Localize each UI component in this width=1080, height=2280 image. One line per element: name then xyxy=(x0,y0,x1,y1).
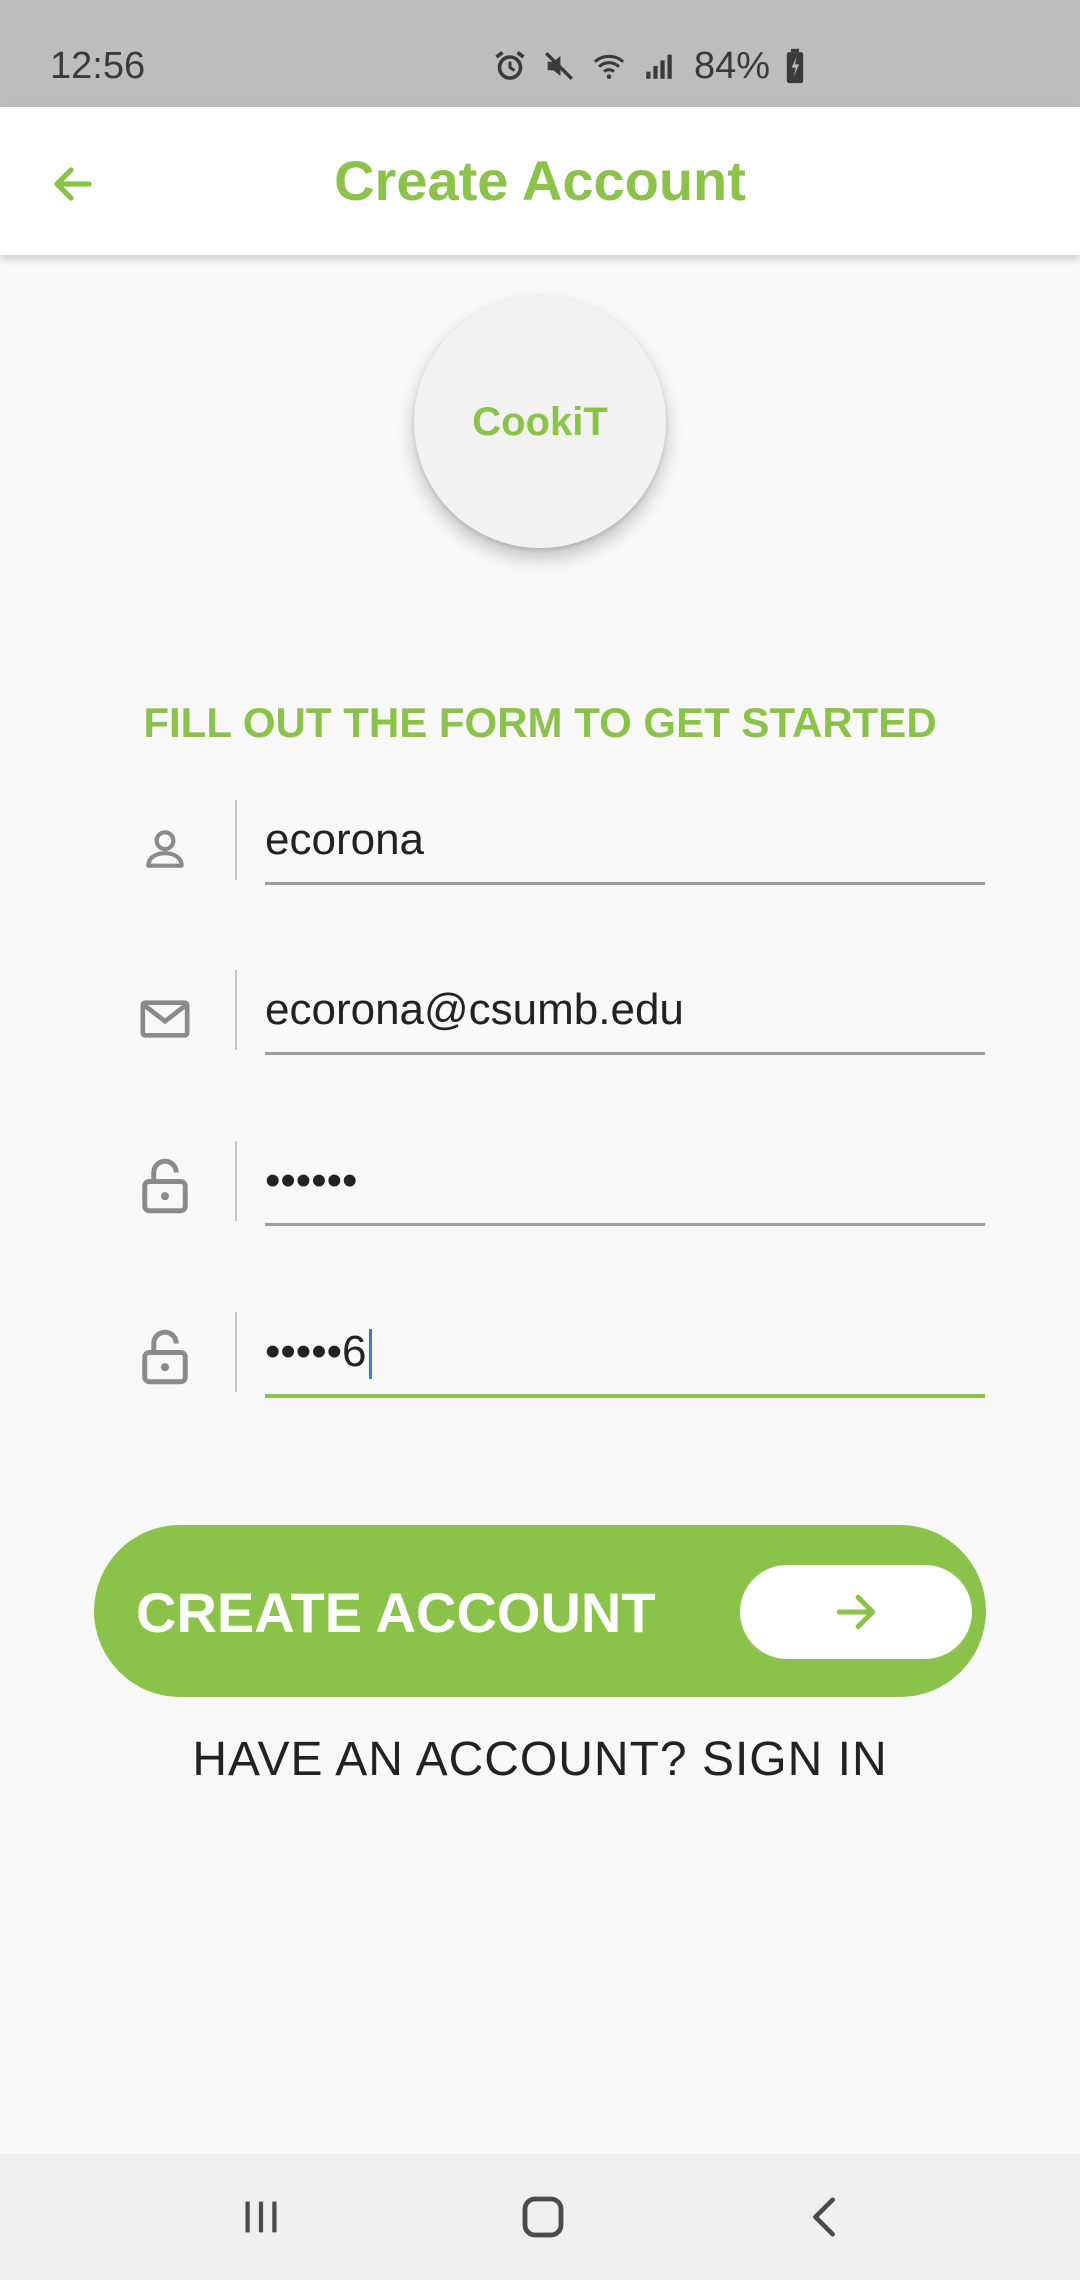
arrow-right-icon xyxy=(836,1594,876,1630)
username-value: ecorona xyxy=(265,815,425,864)
app-bar: Create Account xyxy=(0,107,1080,255)
username-row: ecorona xyxy=(0,790,1080,920)
recent-apps-button[interactable] xyxy=(221,2182,301,2252)
nav-back-button[interactable] xyxy=(785,2182,865,2252)
create-account-label: CREATE ACCOUNT xyxy=(136,1581,656,1644)
status-time: 12:56 xyxy=(50,45,146,87)
email-row: ecorona@csumb.edu xyxy=(0,960,1080,1090)
back-icon xyxy=(813,2197,835,2237)
confirm-password-value: •••••6 xyxy=(265,1322,372,1382)
battery-icon xyxy=(786,48,804,84)
recent-apps-icon xyxy=(245,2201,277,2233)
navigation-bar xyxy=(0,2154,1080,2280)
confirm-password-field[interactable]: •••••6 xyxy=(265,1302,985,1398)
app-logo: CookiT xyxy=(414,296,666,548)
sign-in-link[interactable]: HAVE AN ACCOUNT? SIGN IN xyxy=(0,1730,1080,1790)
confirm-password-row: •••••6 xyxy=(0,1302,1080,1432)
signal-icon xyxy=(646,54,672,79)
mute-icon xyxy=(545,52,573,80)
lock-icon xyxy=(130,1322,200,1392)
form-heading: FILL OUT THE FORM TO GET STARTED xyxy=(143,699,937,746)
person-icon xyxy=(130,814,200,884)
wifi-icon xyxy=(593,54,625,79)
confirm-password-text: •••••6 xyxy=(265,1327,367,1376)
username-field[interactable]: ecorona xyxy=(265,790,985,885)
field-divider xyxy=(235,800,237,880)
alarm-icon xyxy=(495,51,525,80)
battery-percent: 84% xyxy=(694,45,771,87)
mail-icon xyxy=(130,984,200,1054)
create-account-button[interactable]: CREATE ACCOUNT xyxy=(94,1525,986,1697)
field-divider xyxy=(235,970,237,1050)
home-icon xyxy=(522,2196,564,2238)
password-field[interactable]: •••••• xyxy=(265,1131,985,1226)
status-bar: 12:56 84% xyxy=(0,0,1080,107)
status-icons: 84% xyxy=(492,44,806,88)
text-cursor xyxy=(368,1329,372,1380)
page-title: Create Account xyxy=(334,149,746,212)
password-value: •••••• xyxy=(265,1156,358,1205)
home-button[interactable] xyxy=(503,2182,583,2252)
logo-text: CookiT xyxy=(472,399,608,444)
create-account-arrow-pill xyxy=(740,1565,972,1659)
field-divider xyxy=(235,1141,237,1221)
lock-icon xyxy=(130,1151,200,1221)
email-value: ecorona@csumb.edu xyxy=(265,985,684,1034)
field-divider xyxy=(235,1312,237,1392)
password-row: •••••• xyxy=(0,1131,1080,1261)
email-field[interactable]: ecorona@csumb.edu xyxy=(265,960,985,1055)
